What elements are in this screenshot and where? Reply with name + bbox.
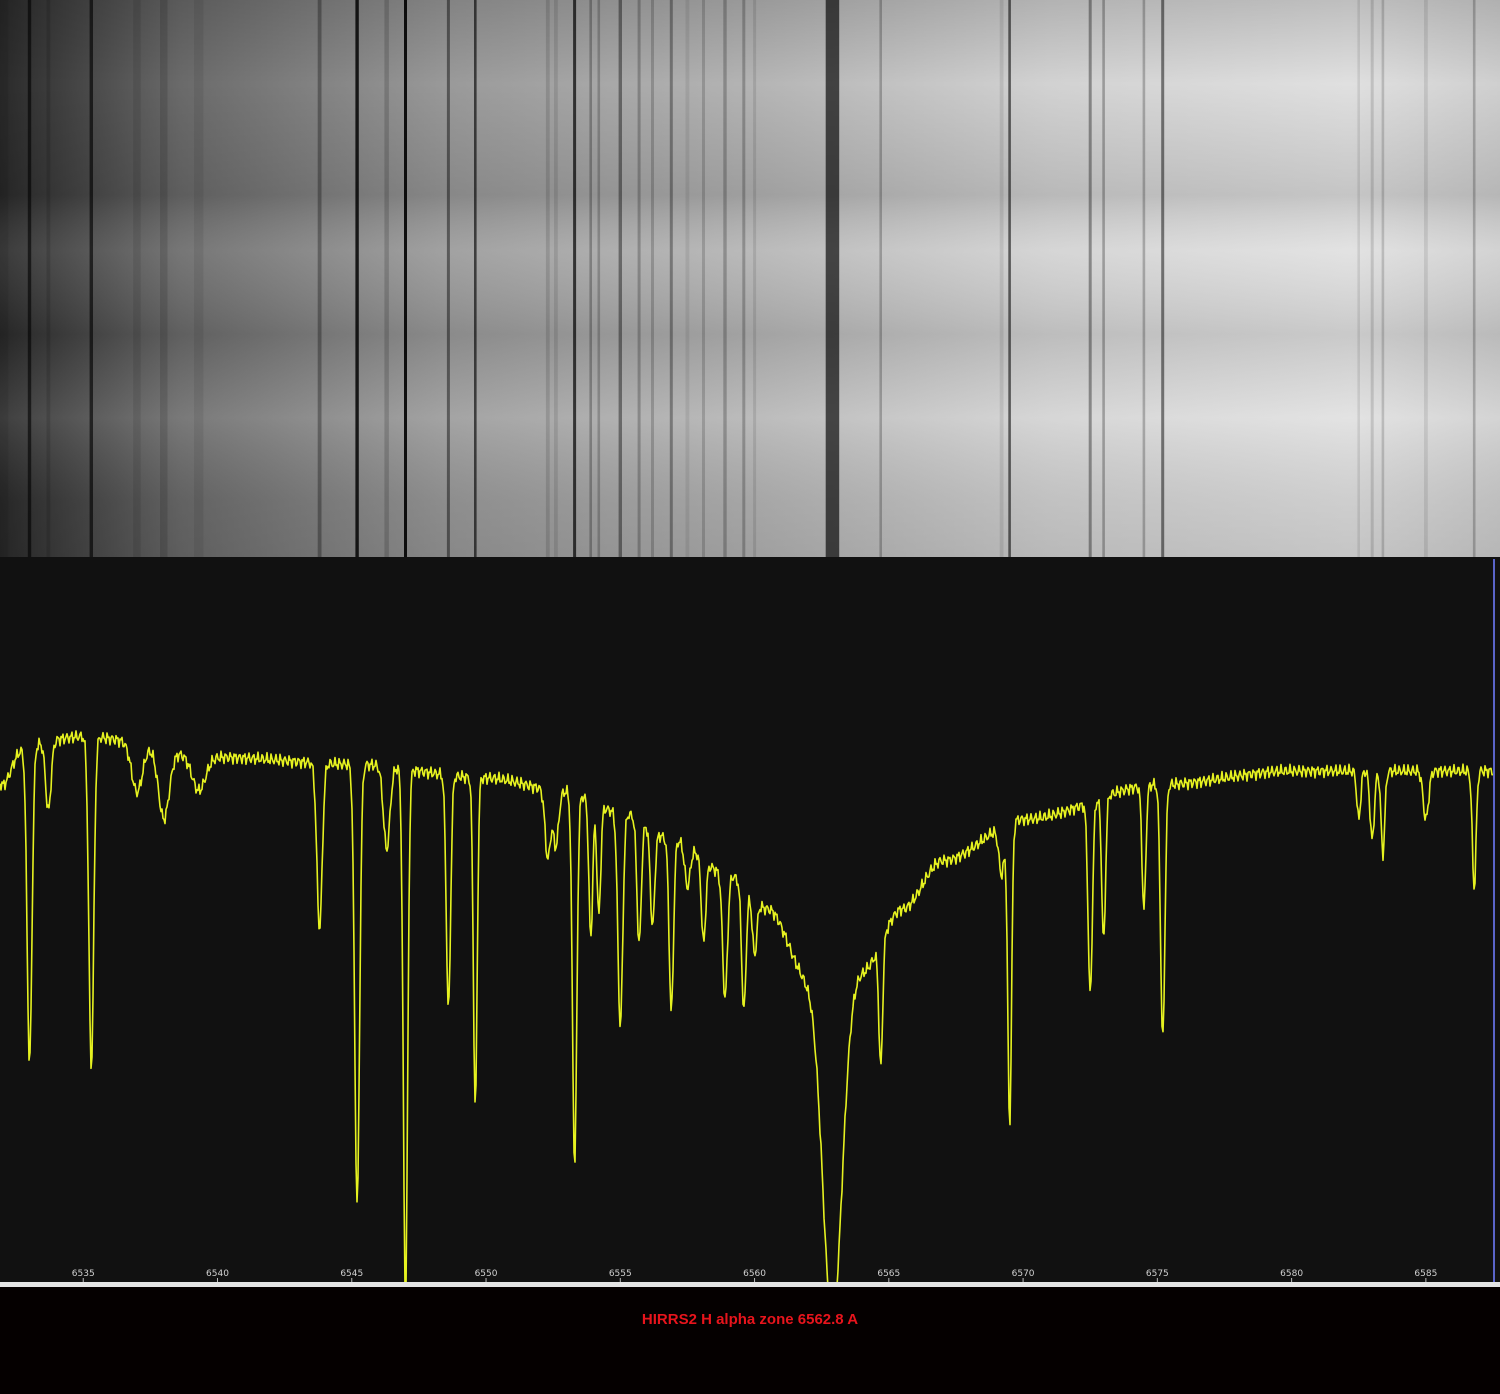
spectrum-image-line <box>27 0 32 557</box>
spectrum-line <box>0 730 1494 1287</box>
spectrum-image-line <box>879 0 882 557</box>
x-tick-label: 6555 <box>609 1269 632 1279</box>
spectrum-image-line <box>1370 0 1374 557</box>
spectrum-image-line <box>685 0 690 557</box>
spectrum-image-line <box>753 0 757 557</box>
spectrum-image-line <box>554 0 558 557</box>
spectrum-image-line <box>194 0 204 557</box>
spectrum-image-line <box>723 0 727 557</box>
spectrum-image-line <box>317 0 322 557</box>
spectrum-image-line <box>1142 0 1146 557</box>
x-tick-label: 6565 <box>877 1269 900 1279</box>
spectrum-image <box>0 0 1500 557</box>
spectrum-image-line <box>669 0 673 557</box>
spectrum-image-line <box>545 0 550 557</box>
spectrum-image-line <box>89 0 93 557</box>
spectrum-image-line <box>404 0 407 557</box>
x-tick-label: 6585 <box>1414 1269 1437 1279</box>
spectrum-image-line <box>160 0 168 557</box>
spectrum-image-line <box>1424 0 1428 557</box>
spectrum-image-line <box>742 0 746 557</box>
spectrum-image-line <box>618 0 622 557</box>
x-axis-strip <box>0 1282 1500 1287</box>
x-tick-label: 6570 <box>1012 1269 1035 1279</box>
x-tick-label: 6560 <box>743 1269 766 1279</box>
spectrum-image-line <box>1161 0 1165 557</box>
spectrum-image-line <box>355 0 359 557</box>
spectrum-image-line <box>1472 0 1476 557</box>
spectrum-image-line <box>702 0 705 557</box>
spectrum-image-line <box>1357 0 1360 557</box>
x-tick-label: 6575 <box>1146 1269 1169 1279</box>
x-tick-label: 6535 <box>72 1269 95 1279</box>
x-tick-label: 6580 <box>1280 1269 1303 1279</box>
spectrum-chart: 6535 6540 6545 6550 6555 6560 6565 6570 6575 6580… <box>0 559 1500 1287</box>
right-edge-marker <box>1493 559 1495 1282</box>
spectrum-image-line <box>999 0 1004 557</box>
spectrum-image-line <box>589 0 592 557</box>
spectrum-image-line <box>1381 0 1385 557</box>
spectrum-image-line <box>384 0 389 557</box>
spectrum-image-line <box>446 0 450 557</box>
spectrum-image-line <box>651 0 654 557</box>
x-tick-label: 6550 <box>475 1269 498 1279</box>
spectrum-image-line <box>637 0 641 557</box>
spectrum-image-line <box>0 0 9 557</box>
spectrum-image-line <box>46 0 51 557</box>
chart-caption: HIRRS2 H alpha zone 6562.8 A <box>641 1311 859 1328</box>
x-tick-label: 6540 <box>206 1269 229 1279</box>
spectrum-image-line <box>1088 0 1092 557</box>
spectrum-image-line <box>1008 0 1011 557</box>
plot-panel: 6535 6540 6545 6550 6555 6560 6565 6570 6575 6580… <box>0 557 1500 1287</box>
spectrum-image-line <box>597 0 601 557</box>
x-axis: 6535 6540 6545 6550 6555 6560 6565 6570 6575 6580… <box>0 1269 1500 1287</box>
spectrum-image-line <box>133 0 141 557</box>
spectrum-image-line <box>573 0 577 557</box>
x-tick-label: 6545 <box>340 1269 363 1279</box>
spectrum-image-line <box>474 0 477 557</box>
spectrum-image-line <box>1102 0 1105 557</box>
spectrum-image-line <box>825 0 840 557</box>
